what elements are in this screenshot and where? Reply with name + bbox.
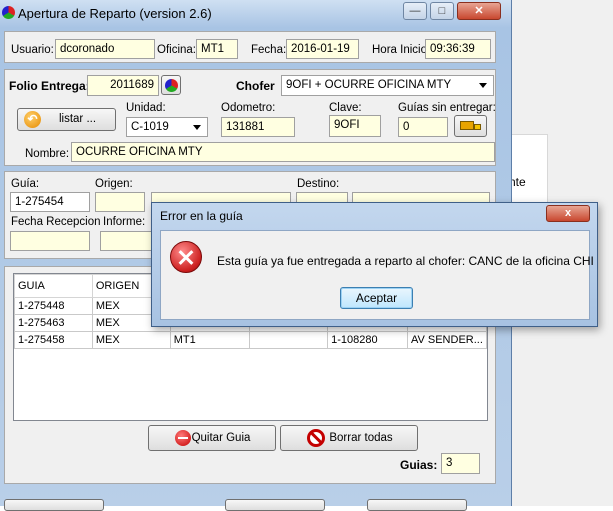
listar-button[interactable]: ↶ listar ... [17,108,116,131]
column-header[interactable]: GUIA [14,274,93,298]
aceptar-button[interactable]: Aceptar [340,287,413,309]
informe-label: Informe: [103,216,146,228]
origen-label: Origen: [95,178,133,190]
unidad-label: Unidad: [126,102,166,114]
nombre-label: Nombre: [25,148,70,160]
borrar-todas-label: Borrar todas [329,432,393,444]
truck-icon [460,121,474,130]
listar-label: listar ... [58,113,97,125]
window-title: Apertura de Reparto (version 2.6) [18,6,212,21]
folio-field[interactable]: 2011689 [87,75,159,96]
error-icon [170,241,202,273]
quitar-guia-button[interactable]: Quitar Guia [148,425,276,451]
guias-sin-field[interactable]: 0 [398,117,448,137]
maximize-icon: □ [438,5,446,17]
close-icon: ✕ [474,5,484,17]
clave-label: Clave: [329,102,362,114]
truck-button[interactable] [454,115,487,137]
app-icon [2,6,15,19]
close-button[interactable]: ✕ [457,2,501,20]
no-entry-icon [307,429,325,447]
folio-search-button[interactable] [161,75,181,95]
chevron-down-icon [479,83,487,88]
folio-label: Folio Entrega: [9,79,90,93]
chofer-label: Chofer [236,79,275,93]
table-cell: 1-275463 [14,314,93,332]
no-entry-slash [309,431,323,444]
dialog-body: Esta guía ya fue entregada a reparto al … [160,230,594,320]
nombre-field[interactable]: OCURRE OFICINA MTY [71,142,495,162]
guia-input[interactable]: 1-275454 [10,192,90,212]
bottom-button-1[interactable] [4,499,104,511]
truck-cab [474,124,481,130]
close-icon: x [564,207,572,219]
guias-count-label: Guias: [400,458,438,472]
dialog-close-button[interactable]: x [546,205,590,222]
usuario-field[interactable]: dcoronado [55,39,155,59]
bottom-button-2[interactable] [225,499,325,511]
hora-label: Hora Inicio: [372,44,431,56]
informe-field[interactable] [100,231,155,251]
guias-sin-label: Guías sin entregar: [398,102,496,114]
table-cell: MEX [91,331,171,349]
dialog-message: Esta guía ya fue entregada a reparto al … [217,254,594,268]
dialog-title: Error en la guía [160,209,243,223]
hora-field[interactable]: 09:36:39 [425,39,491,59]
search-icon [165,79,178,92]
back-arrow-icon: ↶ [24,111,41,128]
oficina-label: Oficina: [157,44,196,56]
guia-label: Guía: [11,178,40,190]
table-cell: 1-275458 [14,331,93,349]
maximize-button[interactable]: □ [430,2,454,20]
bottom-button-3[interactable] [367,499,467,511]
destino-label: Destino: [297,178,340,190]
table-cell [249,331,329,349]
unidad-select[interactable]: C-1019 [126,117,208,137]
table-cell: AV SENDER... [406,331,487,349]
table-cell: 1-108280 [327,331,408,349]
oficina-field[interactable]: MT1 [196,39,238,59]
minimize-icon: — [409,5,421,17]
origen-field[interactable] [95,192,145,212]
minimize-button[interactable]: — [403,2,427,20]
odometro-label: Odometro: [221,102,276,114]
borrar-todas-button[interactable]: Borrar todas [280,425,418,451]
table-row[interactable]: 1-275458 MEX MT1 1-108280 AV SENDER... [14,331,487,349]
chevron-down-icon [193,125,201,130]
session-panel: Usuario: dcoronado Oficina: MT1 Fecha: 2… [4,31,496,63]
unidad-value: C-1019 [131,121,169,133]
usuario-label: Usuario: [11,44,54,56]
table-cell: MT1 [169,331,251,349]
chofer-select[interactable]: 9OFI + OCURRE OFICINA MTY [281,75,494,96]
fecha-label: Fecha: [251,44,287,56]
fecha-recepcion-field[interactable] [10,231,90,251]
clave-field[interactable]: 9OFI [329,115,381,137]
guias-count-field[interactable]: 3 [441,453,480,474]
table-cell: 1-275448 [14,297,93,315]
fecha-recepcion-label: Fecha Recepcion [11,216,101,228]
aceptar-label: Aceptar [355,291,398,305]
odometro-field[interactable]: 131881 [221,117,295,137]
error-dialog: Error en la guía x Esta guía ya fue entr… [151,202,598,327]
remove-icon-bar [178,437,188,439]
remove-icon [175,430,191,446]
quitar-guia-label: Quitar Guia [191,432,251,444]
fecha-field[interactable]: 2016-01-19 [286,39,359,59]
delivery-panel: Folio Entrega: 2011689 Chofer 9OFI + OCU… [4,69,496,166]
chofer-value: 9OFI + OCURRE OFICINA MTY [286,79,452,91]
